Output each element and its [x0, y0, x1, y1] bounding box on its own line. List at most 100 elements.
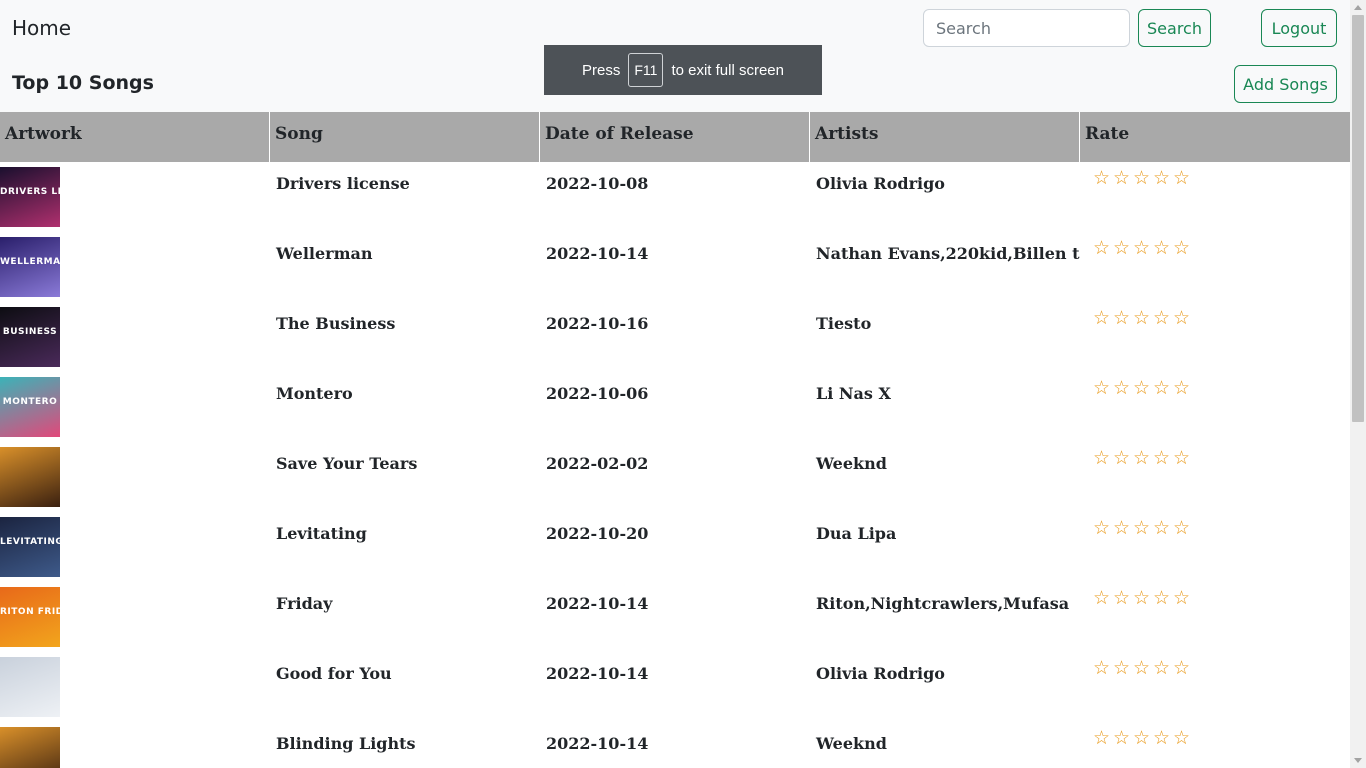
star-icon[interactable]: ☆: [1172, 656, 1191, 680]
star-icon[interactable]: ☆: [1172, 236, 1191, 260]
star-icon[interactable]: ☆: [1132, 376, 1151, 400]
star-icon[interactable]: ☆: [1092, 166, 1111, 190]
artists: Tiesto: [816, 314, 872, 333]
star-icon[interactable]: ☆: [1172, 726, 1191, 750]
star-icon[interactable]: ☆: [1112, 166, 1131, 190]
star-icon[interactable]: ☆: [1132, 306, 1151, 330]
rating-cell: ☆ ☆ ☆ ☆ ☆: [1080, 232, 1350, 302]
artwork-cell: WELLERMAN: [0, 232, 270, 302]
star-icon[interactable]: ☆: [1172, 376, 1191, 400]
star-icon[interactable]: ☆: [1112, 726, 1131, 750]
star-icon[interactable]: ☆: [1132, 586, 1151, 610]
star-icon[interactable]: ☆: [1092, 446, 1111, 470]
star-icon[interactable]: ☆: [1092, 516, 1111, 540]
star-icon[interactable]: ☆: [1172, 586, 1191, 610]
table-row: Good for You 2022-10-14 Olivia Rodrigo ☆ ☆ ☆ ☆…: [0, 652, 1350, 722]
table-row: DRIVERS LICENSE Drivers license 2022-10-08…: [0, 162, 1350, 232]
artists: Olivia Rodrigo: [816, 174, 945, 193]
star-icon[interactable]: ☆: [1112, 446, 1131, 470]
rating-cell: ☆ ☆ ☆ ☆ ☆: [1080, 652, 1350, 722]
song-title: The Business: [276, 314, 396, 333]
artwork-image: [0, 727, 60, 768]
artwork-cell: RITON FRIDAY: [0, 582, 270, 652]
release-date: 2022-10-06: [546, 384, 649, 403]
star-icon[interactable]: ☆: [1112, 656, 1131, 680]
star-icon[interactable]: ☆: [1172, 306, 1191, 330]
logout-button[interactable]: Logout: [1261, 9, 1337, 47]
rating-stars: ☆ ☆ ☆ ☆ ☆: [1092, 446, 1350, 470]
search-input[interactable]: [923, 9, 1130, 47]
rating-cell: ☆ ☆ ☆ ☆ ☆: [1080, 442, 1350, 512]
search-button[interactable]: Search: [1138, 9, 1211, 47]
artists: Riton,Nightcrawlers,Mufasa: [816, 594, 1070, 613]
header-rate: Rate: [1085, 124, 1130, 144]
vertical-scrollbar[interactable]: [1350, 0, 1366, 768]
star-icon[interactable]: ☆: [1132, 166, 1151, 190]
star-icon[interactable]: ☆: [1152, 236, 1171, 260]
artwork-image: MONTERO: [0, 377, 60, 437]
star-icon[interactable]: ☆: [1132, 236, 1151, 260]
star-icon[interactable]: ☆: [1152, 446, 1171, 470]
artwork-text: MONTERO: [2, 397, 58, 407]
star-icon[interactable]: ☆: [1092, 306, 1111, 330]
table-row: RITON FRIDAY Friday 2022-10-14 Riton,Nightc…: [0, 582, 1350, 652]
artwork-text: BUSINESS: [2, 327, 58, 337]
table-row: WELLERMAN Wellerman 2022-10-14 Nathan Evans…: [0, 232, 1350, 302]
scroll-up-arrow-icon[interactable]: [1354, 5, 1362, 10]
scrollbar-thumb[interactable]: [1352, 15, 1364, 422]
artwork-image: RITON FRIDAY: [0, 587, 60, 647]
star-icon[interactable]: ☆: [1112, 586, 1131, 610]
star-icon[interactable]: ☆: [1092, 376, 1111, 400]
star-icon[interactable]: ☆: [1112, 306, 1131, 330]
star-icon[interactable]: ☆: [1132, 516, 1151, 540]
star-icon[interactable]: ☆: [1112, 376, 1131, 400]
rating-cell: ☆ ☆ ☆ ☆ ☆: [1080, 162, 1350, 232]
rating-stars: ☆ ☆ ☆ ☆ ☆: [1092, 306, 1350, 330]
header-song: Song: [270, 112, 540, 162]
release-date: 2022-10-08: [546, 174, 649, 193]
star-icon[interactable]: ☆: [1152, 306, 1171, 330]
release-date: 2022-10-20: [546, 524, 649, 543]
star-icon[interactable]: ☆: [1092, 656, 1111, 680]
star-icon[interactable]: ☆: [1152, 516, 1171, 540]
star-icon[interactable]: ☆: [1092, 236, 1111, 260]
release-date: 2022-10-14: [546, 664, 649, 683]
star-icon[interactable]: ☆: [1132, 726, 1151, 750]
fullscreen-notice-suffix: to exit full screen: [671, 61, 784, 79]
star-icon[interactable]: ☆: [1152, 656, 1171, 680]
artists: Dua Lipa: [816, 524, 897, 543]
star-icon[interactable]: ☆: [1092, 726, 1111, 750]
artwork-cell: [0, 722, 270, 768]
artwork-cell: MONTERO: [0, 372, 270, 442]
table-row: Blinding Lights 2022-10-14 Weeknd ☆ ☆ ☆ ☆ ☆: [0, 722, 1350, 768]
star-icon[interactable]: ☆: [1172, 446, 1191, 470]
star-icon[interactable]: ☆: [1112, 236, 1131, 260]
table-body: DRIVERS LICENSE Drivers license 2022-10-08…: [0, 162, 1350, 768]
star-icon[interactable]: ☆: [1132, 656, 1151, 680]
star-icon[interactable]: ☆: [1152, 376, 1171, 400]
fullscreen-notice-prefix: Press: [582, 61, 621, 79]
star-icon[interactable]: ☆: [1152, 586, 1171, 610]
star-icon[interactable]: ☆: [1152, 726, 1171, 750]
artwork-cell: [0, 652, 270, 722]
artwork-cell: BUSINESS: [0, 302, 270, 372]
star-icon[interactable]: ☆: [1112, 516, 1131, 540]
star-icon[interactable]: ☆: [1092, 586, 1111, 610]
add-songs-button[interactable]: Add Songs: [1234, 65, 1337, 103]
release-date: 2022-02-02: [546, 454, 649, 473]
songs-table: Artwork Song Date of Release Artists Rat…: [0, 112, 1350, 768]
star-icon[interactable]: ☆: [1172, 516, 1191, 540]
artists: Weeknd: [816, 454, 887, 473]
star-icon[interactable]: ☆: [1152, 166, 1171, 190]
artwork-text: RITON FRIDAY: [0, 607, 60, 617]
rating-cell: ☆ ☆ ☆ ☆ ☆: [1080, 582, 1350, 652]
star-icon[interactable]: ☆: [1172, 166, 1191, 190]
star-icon[interactable]: ☆: [1132, 446, 1151, 470]
home-link[interactable]: Home: [12, 16, 71, 40]
artists: Olivia Rodrigo: [816, 664, 945, 683]
artwork-image: WELLERMAN: [0, 237, 60, 297]
release-date: 2022-10-14: [546, 734, 649, 753]
scroll-down-arrow-icon[interactable]: [1354, 758, 1362, 763]
rating-cell: ☆ ☆ ☆ ☆ ☆: [1080, 512, 1350, 582]
artists: Nathan Evans,220kid,Billen ted: [816, 244, 1080, 263]
